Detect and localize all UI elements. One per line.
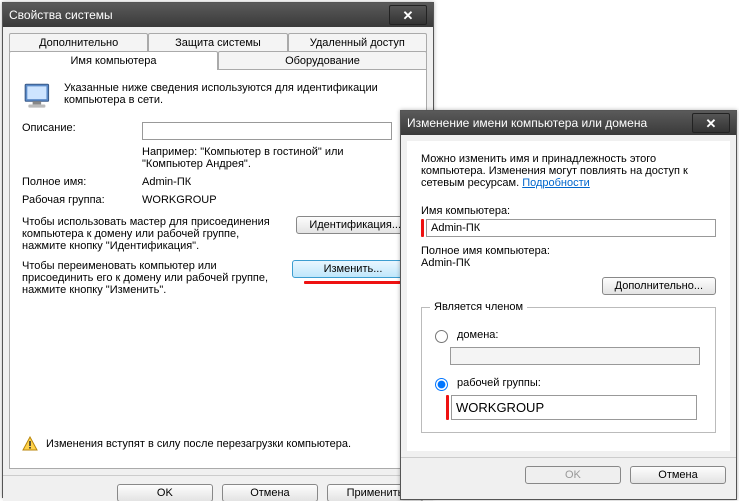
panel-change-name: Можно изменить имя и принадлежность этог… xyxy=(407,141,730,451)
change-text: Чтобы переименовать компьютер или присое… xyxy=(22,260,282,296)
tab-computer-name[interactable]: Имя компьютера xyxy=(9,51,218,70)
fullname-value: Admin-ПК xyxy=(421,257,716,269)
membership-group: Является членом домена: рабочей группы: xyxy=(421,301,716,433)
tab-hardware[interactable]: Оборудование xyxy=(218,51,427,70)
fullname-label: Полное имя: xyxy=(22,176,142,188)
tab-advanced[interactable]: Дополнительно xyxy=(9,33,148,52)
cancel-button[interactable]: Отмена xyxy=(630,466,726,484)
system-properties-window: Свойства системы ✕ Дополнительно Защита … xyxy=(2,2,434,498)
example-text: Например: "Компьютер в гостиной" или "Ко… xyxy=(142,146,382,170)
titlebar[interactable]: Свойства системы ✕ xyxy=(3,3,433,27)
change-name-window: Изменение имени компьютера или домена ✕ … xyxy=(400,110,737,500)
intro-text: Указанные ниже сведения используются для… xyxy=(64,80,414,106)
window-title: Изменение имени компьютера или домена xyxy=(407,116,692,130)
tab-protection[interactable]: Защита системы xyxy=(148,33,287,52)
identification-text: Чтобы использовать мастер для присоедине… xyxy=(22,216,282,252)
workgroup-input[interactable] xyxy=(451,395,697,420)
ok-button[interactable]: OK xyxy=(117,484,213,501)
close-icon[interactable]: ✕ xyxy=(389,5,427,25)
ok-button[interactable]: OK xyxy=(525,466,621,484)
restart-note: Изменения вступят в силу после перезагру… xyxy=(46,438,351,450)
tabs-row-1: Дополнительно Защита системы Удаленный д… xyxy=(9,33,427,52)
description-label: Описание: xyxy=(22,122,142,134)
warning-icon xyxy=(22,436,38,452)
computer-icon xyxy=(22,80,56,114)
workgroup-value: WORKGROUP xyxy=(142,194,217,206)
domain-radio-row[interactable]: домена: xyxy=(430,327,707,343)
change-button[interactable]: Изменить... xyxy=(292,260,414,278)
panel-computer-name: Указанные ниже сведения используются для… xyxy=(9,69,427,469)
domain-radio-label: домена: xyxy=(457,329,498,341)
identification-button[interactable]: Идентификация... xyxy=(296,216,414,234)
workgroup-radio-label: рабочей группы: xyxy=(457,377,541,389)
computer-name-label: Имя компьютера: xyxy=(421,205,716,217)
computer-name-input[interactable] xyxy=(426,219,716,237)
close-icon[interactable]: ✕ xyxy=(692,113,730,133)
dialog-buttons: OK Отмена xyxy=(401,457,736,492)
membership-legend: Является членом xyxy=(430,301,527,313)
titlebar[interactable]: Изменение имени компьютера или домена ✕ xyxy=(401,111,736,135)
dialog-buttons: OK Отмена Применить xyxy=(3,475,433,501)
red-marker-name xyxy=(421,219,424,237)
fullname-label: Полное имя компьютера: xyxy=(421,245,716,257)
domain-input xyxy=(450,347,700,365)
workgroup-label: Рабочая группа: xyxy=(22,194,142,206)
cancel-button[interactable]: Отмена xyxy=(222,484,318,501)
fullname-value: Admin-ПК xyxy=(142,176,191,188)
red-underline-change xyxy=(304,281,414,284)
details-link[interactable]: Подробности xyxy=(522,177,590,189)
workgroup-radio-row[interactable]: рабочей группы: xyxy=(430,375,707,391)
window-title: Свойства системы xyxy=(9,8,389,22)
tab-remote[interactable]: Удаленный доступ xyxy=(288,33,427,52)
more-button[interactable]: Дополнительно... xyxy=(602,277,716,295)
domain-radio[interactable] xyxy=(435,330,448,343)
red-marker-workgroup xyxy=(446,395,449,420)
description-input[interactable] xyxy=(142,122,392,140)
tabs-row-2: Имя компьютера Оборудование xyxy=(9,51,427,70)
workgroup-radio[interactable] xyxy=(435,378,448,391)
